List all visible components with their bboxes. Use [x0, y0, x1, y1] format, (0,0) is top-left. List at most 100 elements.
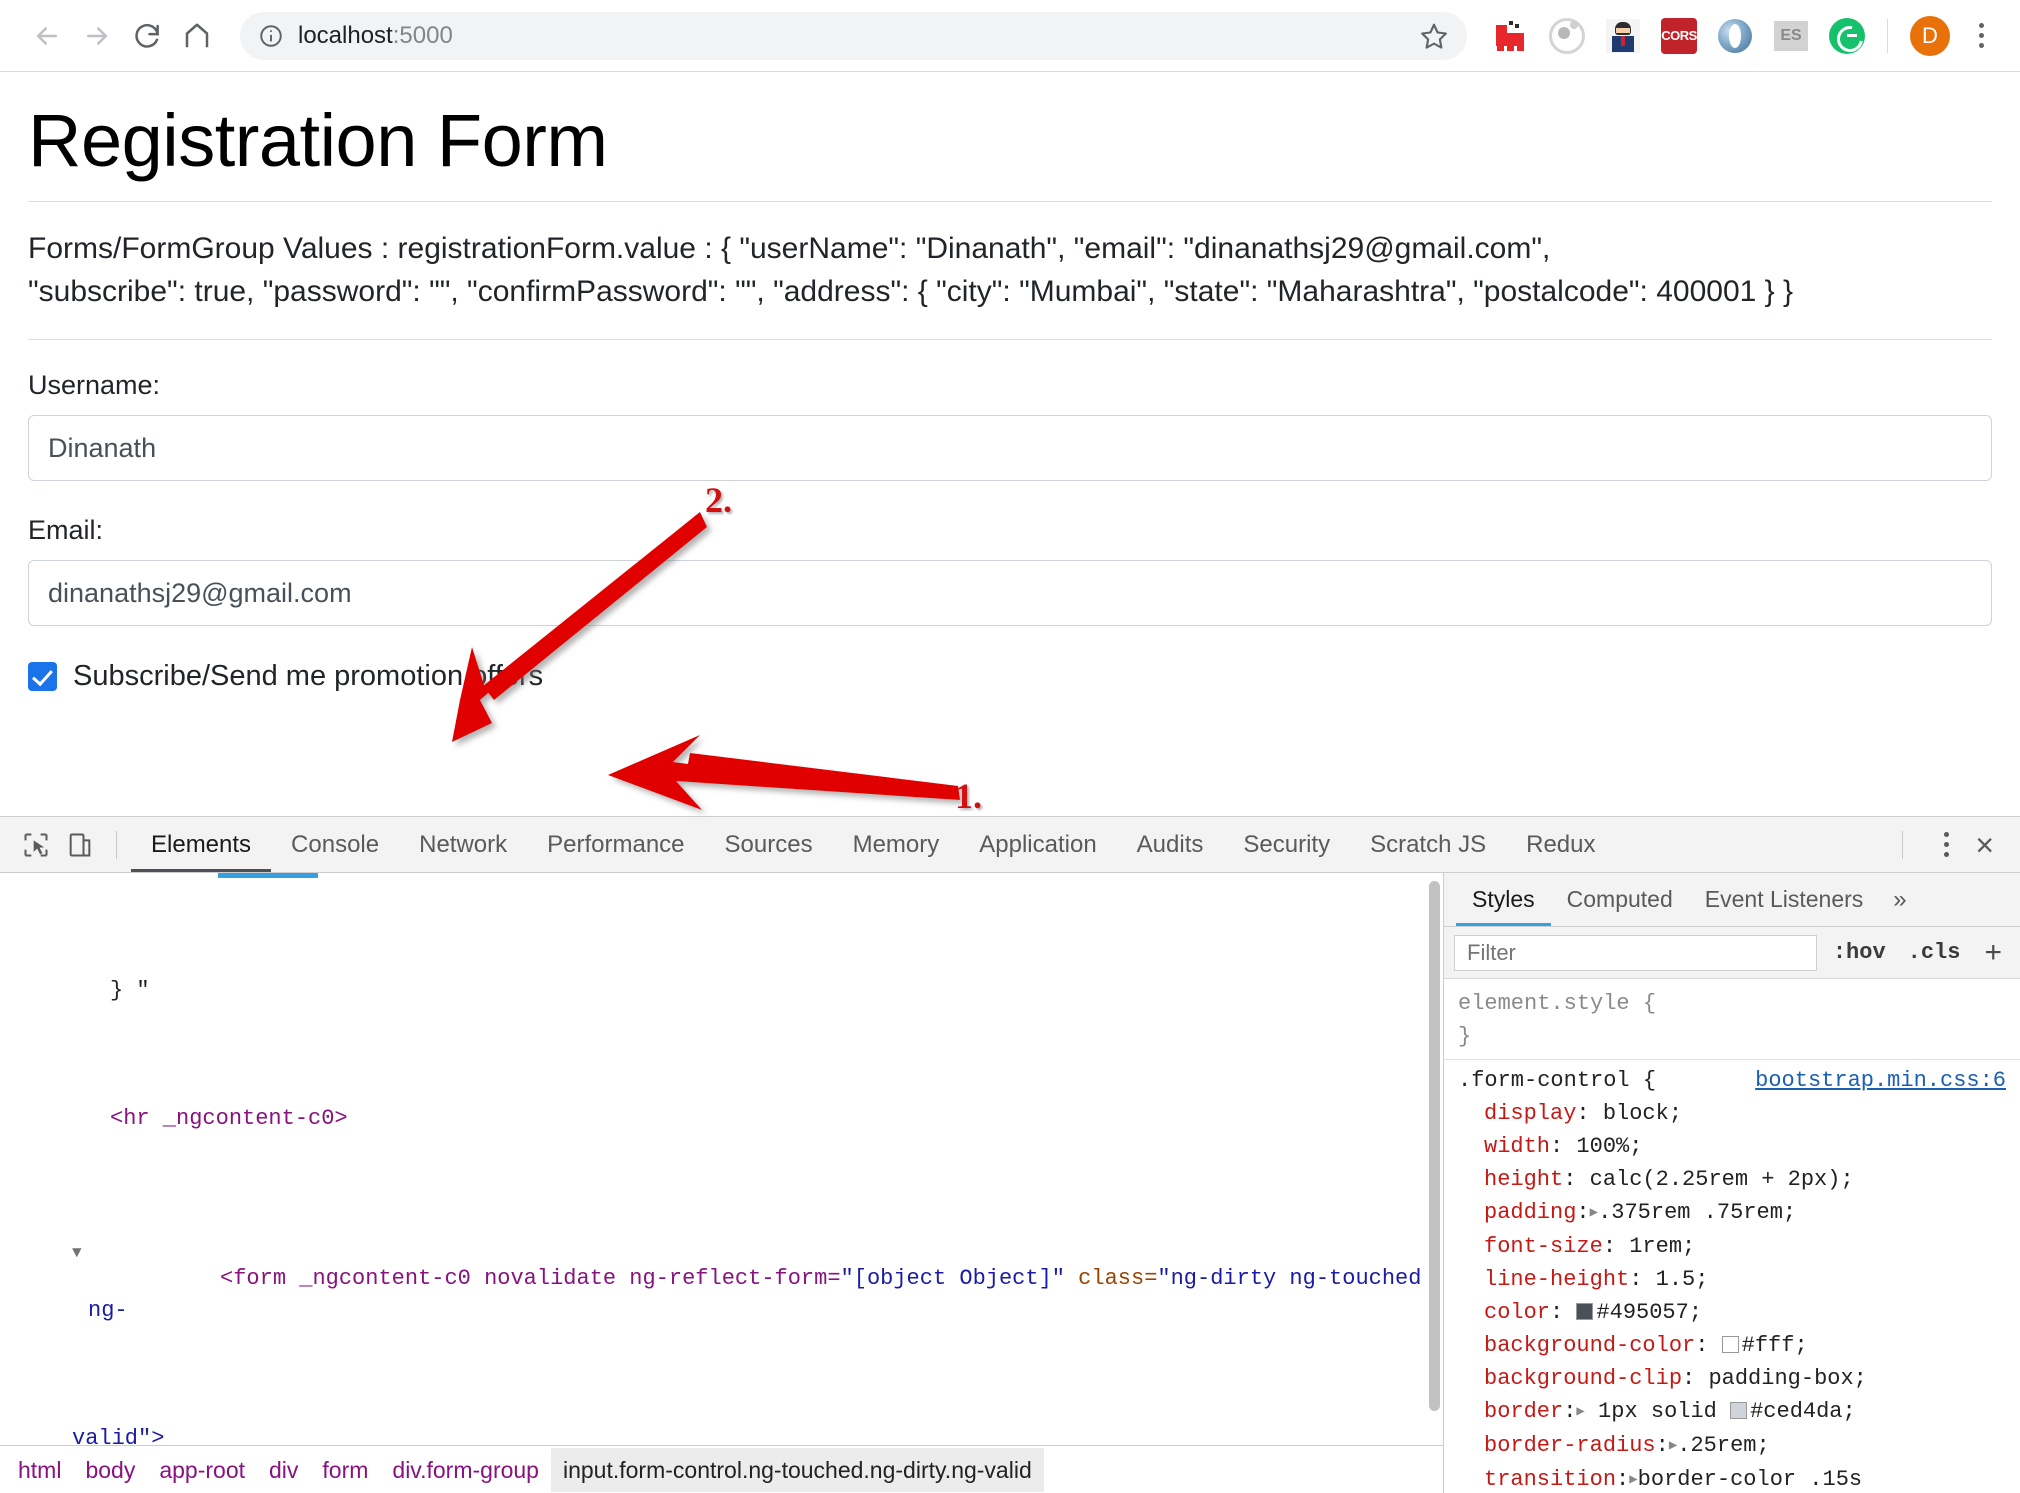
es-extension-icon[interactable]: ES: [1768, 13, 1814, 59]
rule-element-style[interactable]: element.style { }: [1444, 983, 2020, 1060]
tab-scratch-js[interactable]: Scratch JS: [1350, 817, 1506, 872]
more-tabs-icon[interactable]: »: [1879, 886, 1920, 914]
tab-sources[interactable]: Sources: [705, 817, 833, 872]
prop-name: transition: [1484, 1467, 1617, 1492]
tabbar-divider-right: [1902, 830, 1904, 859]
back-button[interactable]: [22, 11, 72, 61]
dom-line[interactable]: <hr _ngcontent-c0>: [0, 1103, 1443, 1135]
new-style-rule-button[interactable]: +: [1976, 937, 2010, 968]
color-swatch[interactable]: [1576, 1303, 1594, 1320]
prop-value: 1.5;: [1655, 1267, 1709, 1292]
prop-value: .375rem .75rem;: [1598, 1200, 1797, 1225]
es-label: ES: [1774, 20, 1808, 51]
tab-application[interactable]: Application: [959, 817, 1116, 872]
declaration-display[interactable]: display: block;: [1458, 1097, 2006, 1130]
declaration-line-height[interactable]: line-height: 1.5;: [1458, 1263, 2006, 1296]
expand-arrow-icon[interactable]: ▶: [1590, 1205, 1598, 1221]
subscribe-form-check: Subscribe/Send me promotion offers: [28, 660, 1992, 693]
declaration-background-clip[interactable]: background-clip: padding-box;: [1458, 1362, 2006, 1395]
tab-redux[interactable]: Redux: [1506, 817, 1615, 872]
tab-styles[interactable]: Styles: [1456, 873, 1551, 926]
prop-name: height: [1484, 1167, 1564, 1192]
profile-avatar[interactable]: D: [1910, 15, 1950, 56]
styles-pane: Styles Computed Event Listeners » :hov .…: [1444, 873, 2020, 1493]
dom-text: <hr _ngcontent-c0>: [110, 1106, 348, 1131]
prop-name: border: [1484, 1399, 1564, 1424]
username-input[interactable]: [28, 415, 1992, 482]
cls-toggle[interactable]: .cls: [1902, 940, 1967, 965]
tab-performance[interactable]: Performance: [527, 817, 704, 872]
breadcrumb-item-body[interactable]: body: [73, 1448, 147, 1492]
train-extension-icon[interactable]: [1488, 13, 1534, 59]
stylesheet-source-link[interactable]: bootstrap.min.css:6: [1755, 1064, 2006, 1097]
dom-text: class=: [1064, 1266, 1158, 1291]
declaration-font-size[interactable]: font-size: 1rem;: [1458, 1230, 2006, 1263]
breadcrumb-item-html[interactable]: html: [6, 1448, 73, 1492]
devtools-menu-icon[interactable]: [1929, 823, 1963, 867]
breadcrumb-item-div-form-group[interactable]: div.form-group: [380, 1448, 551, 1492]
grammarly-extension-icon[interactable]: [1824, 13, 1870, 59]
tab-console[interactable]: Console: [271, 817, 399, 872]
reload-icon[interactable]: [122, 11, 172, 61]
device-toolbar-icon[interactable]: [58, 823, 102, 867]
dom-line[interactable]: } ": [0, 975, 1443, 1007]
prop-name: width: [1484, 1134, 1551, 1159]
atom-extension-icon[interactable]: [1544, 13, 1590, 59]
prop-name: background-color: [1484, 1333, 1696, 1358]
dom-text: <form _ngcontent-c0 novalidate ng-reflec…: [220, 1266, 841, 1291]
styles-filter-input[interactable]: [1454, 934, 1817, 971]
site-info-icon[interactable]: [258, 23, 284, 49]
dom-tree-pane[interactable]: } " <hr _ngcontent-c0> ▼ <form _ngcontent…: [0, 873, 1444, 1493]
url-host: localhost: [298, 21, 393, 49]
home-icon[interactable]: [172, 11, 222, 61]
chrome-menu-icon[interactable]: [1964, 13, 1998, 59]
ninja-extension-icon[interactable]: [1600, 13, 1646, 59]
breadcrumb-item-input[interactable]: input.form-control.ng-touched.ng-dirty.n…: [550, 1447, 1044, 1492]
declaration-transition[interactable]: transition:▶border-color .15s: [1458, 1463, 2006, 1493]
cors-extension-icon[interactable]: CORS: [1656, 13, 1702, 59]
tab-audits[interactable]: Audits: [1117, 817, 1224, 872]
inspect-element-icon[interactable]: [14, 823, 58, 867]
rule-form-control[interactable]: bootstrap.min.css:6 .form-control { disp…: [1444, 1060, 2020, 1493]
expand-triangle-icon[interactable]: ▼: [72, 1237, 82, 1269]
tab-security[interactable]: Security: [1223, 817, 1350, 872]
declaration-border[interactable]: border:▶ 1px solid #ced4da;: [1458, 1395, 2006, 1429]
hov-toggle[interactable]: :hov: [1827, 940, 1892, 965]
breadcrumb-item-app-root[interactable]: app-root: [147, 1448, 257, 1492]
tab-event-listeners[interactable]: Event Listeners: [1689, 873, 1880, 926]
expand-arrow-icon[interactable]: ▶: [1629, 1472, 1637, 1488]
forward-button[interactable]: [72, 11, 122, 61]
prop-name: display: [1484, 1101, 1577, 1126]
declaration-height[interactable]: height: calc(2.25rem + 2px);: [1458, 1163, 2006, 1196]
breadcrumb-item-div[interactable]: div: [257, 1448, 310, 1492]
prop-value: border-color .15s: [1637, 1467, 1863, 1492]
formgroup-values-line1: Forms/FormGroup Values : registrationFor…: [28, 232, 1551, 266]
prop-value: block;: [1602, 1101, 1683, 1126]
prop-name: color: [1484, 1300, 1551, 1325]
styles-filterbar: :hov .cls +: [1444, 927, 2020, 979]
page-content: Registration Form Forms/FormGroup Values…: [0, 72, 2020, 854]
declaration-padding[interactable]: padding:▶.375rem .75rem;: [1458, 1196, 2006, 1230]
tab-network[interactable]: Network: [399, 817, 527, 872]
formgroup-values-line2: "subscribe": true, "password": "", "conf…: [28, 274, 1794, 308]
color-swatch[interactable]: [1730, 1402, 1748, 1419]
bookmark-star-icon[interactable]: [1419, 21, 1449, 51]
email-input[interactable]: [28, 560, 1992, 627]
subscribe-checkbox[interactable]: [28, 662, 57, 692]
declaration-background-color[interactable]: background-color: #fff;: [1458, 1329, 2006, 1362]
close-devtools-icon[interactable]: ×: [1975, 829, 1994, 861]
selector-form-control-row: bootstrap.min.css:6 .form-control {: [1458, 1064, 2006, 1097]
styles-rules: element.style { } bootstrap.min.css:6 .f…: [1444, 979, 2020, 1493]
tab-memory[interactable]: Memory: [833, 817, 960, 872]
color-swatch[interactable]: [1721, 1336, 1739, 1353]
declaration-color[interactable]: color: #495057;: [1458, 1296, 2006, 1329]
breadcrumb-item-form[interactable]: form: [310, 1448, 380, 1492]
address-bar[interactable]: localhost:5000: [240, 11, 1467, 60]
tab-computed[interactable]: Computed: [1551, 873, 1689, 926]
expand-arrow-icon[interactable]: ▶: [1576, 1404, 1584, 1420]
tab-elements[interactable]: Elements: [131, 817, 272, 872]
dom-line-form[interactable]: ▼ <form _ngcontent-c0 novalidate ng-refle…: [0, 1231, 1443, 1359]
opera-extension-icon[interactable]: [1712, 13, 1758, 59]
declaration-border-radius[interactable]: border-radius:▶.25rem;: [1458, 1429, 2006, 1463]
declaration-width[interactable]: width: 100%;: [1458, 1130, 2006, 1163]
